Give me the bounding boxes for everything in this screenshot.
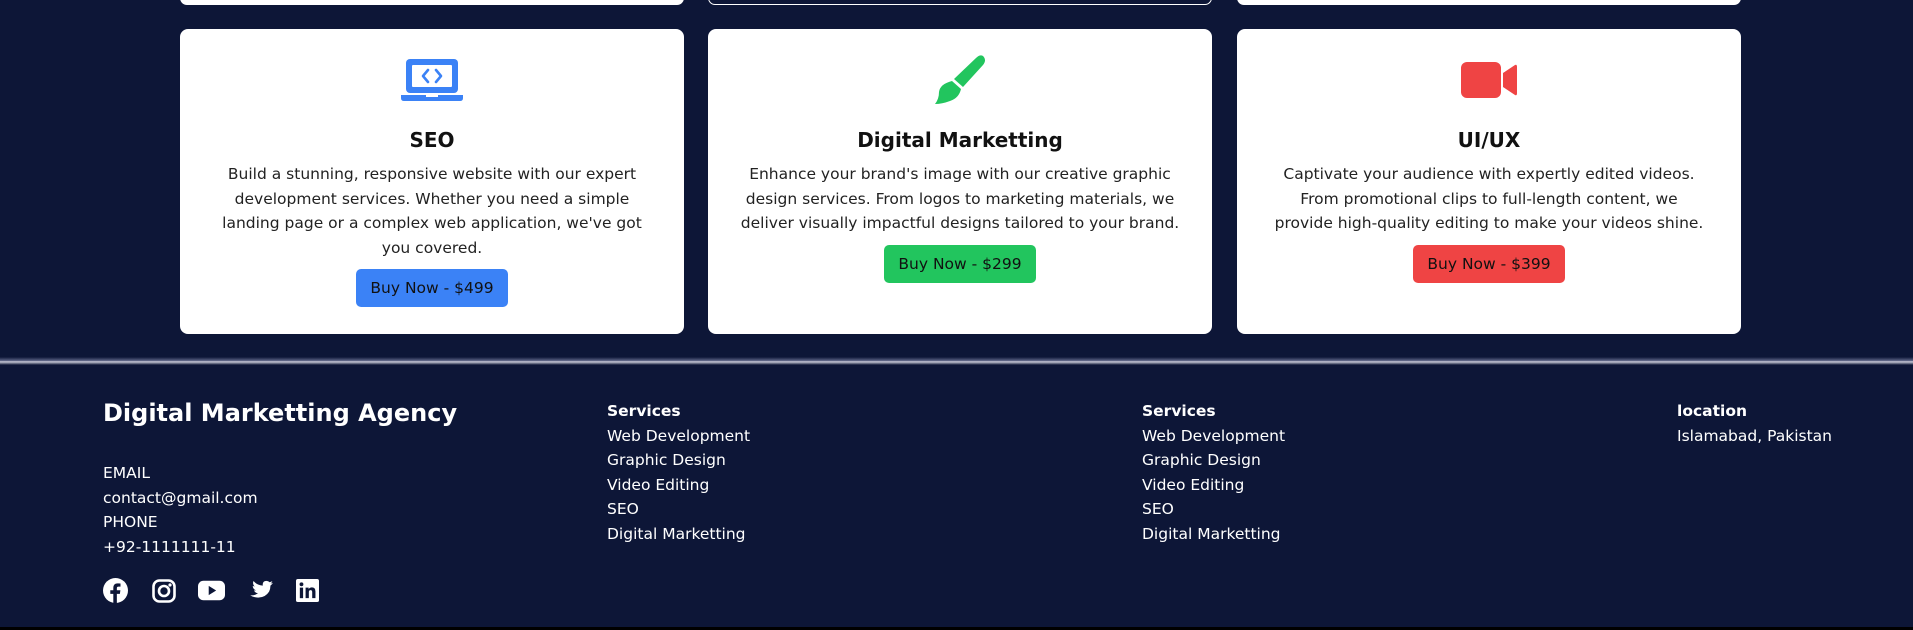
location-value: Islamabad, Pakistan: [1677, 426, 1832, 445]
buy-now-button[interactable]: Buy Now - $399: [1413, 244, 1565, 283]
buy-now-button[interactable]: Buy Now - $499: [356, 269, 508, 307]
footer-column-services: Services Web Development Graphic Design …: [607, 399, 750, 546]
footer-brand: Digital Marketting Agency: [103, 399, 458, 427]
footer-link-video-editing[interactable]: Video Editing: [607, 473, 750, 498]
laptop-code-icon: [401, 54, 463, 106]
previous-card-edge: [708, 0, 1212, 5]
service-card-digital-marketting: Digital Marketting Enhance your brand's …: [708, 29, 1212, 334]
column-heading: Services: [1142, 402, 1216, 420]
card-description: Build a stunning, responsive website wit…: [222, 165, 642, 257]
email-value[interactable]: contact@gmail.com: [103, 486, 258, 511]
footer-column-services: Services Web Development Graphic Design …: [1142, 399, 1285, 546]
card-title: SEO: [409, 128, 455, 152]
footer-link-seo[interactable]: SEO: [607, 497, 750, 522]
youtube-icon[interactable]: [198, 577, 225, 604]
paintbrush-icon: [933, 54, 987, 106]
card-title: UI/UX: [1457, 128, 1521, 152]
service-card-seo: SEO Build a stunning, responsive website…: [180, 29, 684, 334]
footer-link-graphic-design[interactable]: Graphic Design: [1142, 448, 1285, 473]
column-heading: Services: [607, 402, 681, 420]
footer: Digital Marketting Agency EMAIL contact@…: [0, 365, 1913, 627]
card-description: Captivate your audience with expertly ed…: [1274, 165, 1704, 232]
previous-card-edge: [180, 0, 684, 5]
footer-link-digital-marketting[interactable]: Digital Marketting: [607, 522, 750, 547]
twitter-icon[interactable]: [246, 577, 273, 604]
footer-link-digital-marketting[interactable]: Digital Marketting: [1142, 522, 1285, 547]
facebook-icon[interactable]: [102, 577, 129, 604]
footer-column-location: location Islamabad, Pakistan: [1677, 399, 1832, 448]
section-divider: [0, 357, 1913, 365]
services-section: SEO Build a stunning, responsive website…: [0, 0, 1913, 362]
video-camera-icon: [1461, 54, 1517, 106]
footer-link-seo[interactable]: SEO: [1142, 497, 1285, 522]
instagram-icon[interactable]: [150, 577, 177, 604]
phone-label: PHONE: [103, 513, 158, 531]
social-links: [102, 577, 321, 604]
email-label: EMAIL: [103, 464, 150, 482]
service-card-ui-ux: UI/UX Captivate your audience with exper…: [1237, 29, 1741, 334]
linkedin-icon[interactable]: [294, 577, 321, 604]
card-title: Digital Marketting: [857, 128, 1063, 152]
column-heading: location: [1677, 402, 1748, 420]
footer-link-web-development[interactable]: Web Development: [607, 424, 750, 449]
buy-now-button[interactable]: Buy Now - $299: [884, 244, 1036, 283]
footer-contact: EMAIL contact@gmail.com PHONE +92-111111…: [103, 461, 258, 559]
footer-link-video-editing[interactable]: Video Editing: [1142, 473, 1285, 498]
card-description: Enhance your brand's image with our crea…: [740, 165, 1180, 232]
footer-link-graphic-design[interactable]: Graphic Design: [607, 448, 750, 473]
previous-card-edge: [1237, 0, 1741, 5]
phone-value[interactable]: +92-1111111-11: [103, 535, 258, 560]
footer-link-web-development[interactable]: Web Development: [1142, 424, 1285, 449]
